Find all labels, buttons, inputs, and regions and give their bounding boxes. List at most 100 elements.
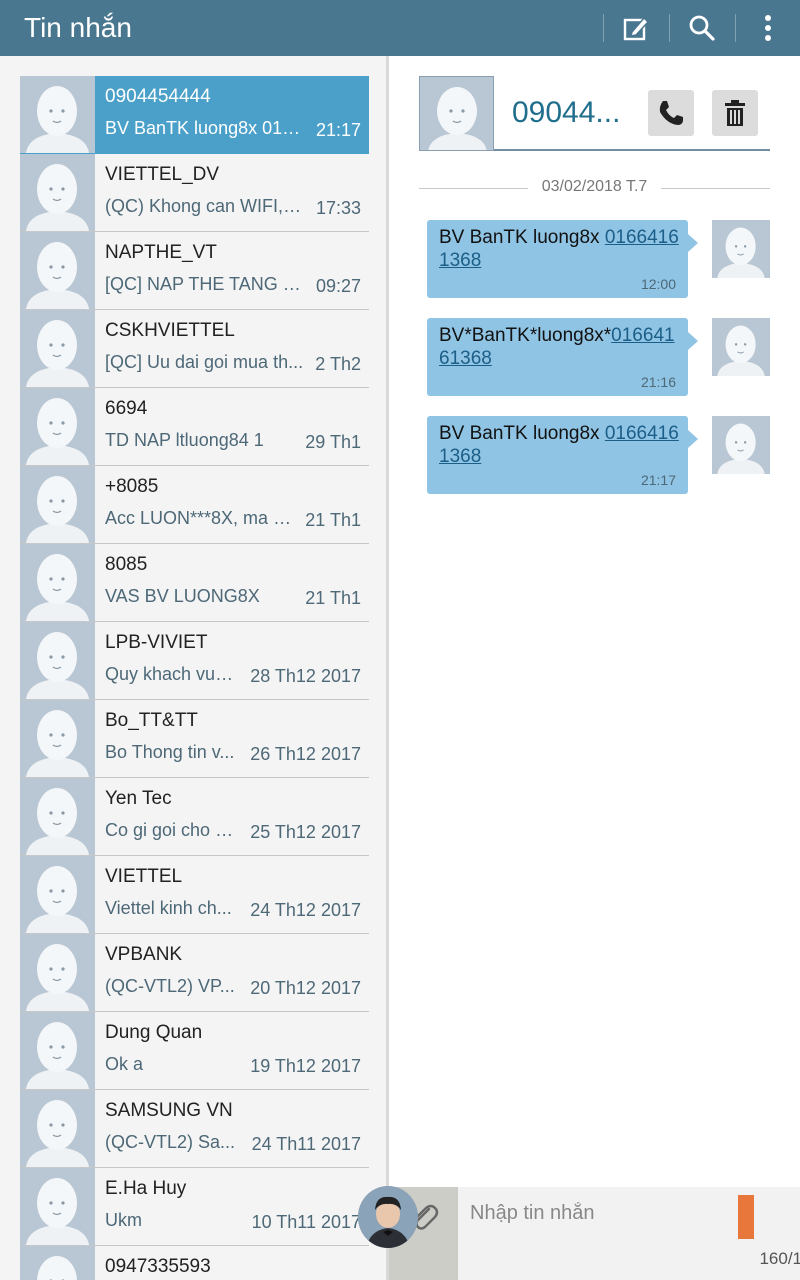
conversation-row[interactable]: VIETTEL Viettel kinh ch... 24 Th12 2017: [20, 856, 369, 934]
message-time: 26 Th12 2017: [250, 744, 361, 764]
message-time: 20 Th12 2017: [250, 978, 361, 998]
message-preview: Viettel kinh ch...: [105, 898, 232, 918]
message-time: 25 Th12 2017: [250, 822, 361, 842]
conversation-row[interactable]: VIETTEL_DV (QC) Khong can WIFI, k... 17:33: [20, 154, 369, 232]
default-avatar-icon: [712, 416, 770, 474]
contact-avatar: [20, 76, 95, 153]
message-time: 19 Th12 2017: [250, 1056, 361, 1076]
send-button[interactable]: [738, 1195, 754, 1239]
contact-avatar: [20, 232, 95, 309]
thread-pane: 09044... 03/02/2018 T.7 BV BanTK luong8x…: [389, 56, 800, 1187]
contact-name: NAPTHE_VT: [105, 242, 217, 263]
contact-name: Bo_TT&TT: [105, 710, 198, 731]
compose-button[interactable]: [614, 8, 658, 48]
call-button[interactable]: [648, 90, 694, 136]
message-time: 28 Th12 2017: [250, 666, 361, 686]
conversation-row[interactable]: 8085 VAS BV LUONG8X 21 Th1: [20, 544, 369, 622]
contact-avatar: [20, 154, 95, 231]
bubble-tail: [688, 332, 698, 350]
message-text: BV BanTK luong8x: [439, 423, 605, 444]
conversation-row[interactable]: 0947335593: [20, 1246, 369, 1280]
message-body: BV BanTK luong8x 01664161368: [439, 226, 679, 272]
message-time: 21:17: [640, 472, 676, 488]
message-time: 17:33: [315, 198, 361, 218]
message-bubble[interactable]: BV*BanTK*luong8x*01664161368 21:16: [427, 318, 698, 396]
conversation-row[interactable]: CSKHVIETTEL [QC] Uu dai goi mua th... 2 Th…: [20, 310, 369, 388]
sender-avatar: [712, 318, 770, 376]
conversation-row[interactable]: LPB-VIVIET Quy khach vua... 28 Th12 2017: [20, 622, 369, 700]
conversation-row[interactable]: Dung Quan Ok a 19 Th12 2017: [20, 1012, 369, 1090]
message-preview: TD NAP ltluong84 1: [105, 430, 264, 450]
contact-name: VIETTEL: [105, 866, 183, 887]
conversation-row[interactable]: Yen Tec Co gi goi cho a... 25 Th12 2017: [20, 778, 369, 856]
conversation-list[interactable]: 0904454444 BV BanTK luong8x 016... 21:17 VI…: [0, 56, 386, 1280]
delete-button[interactable]: [712, 90, 758, 136]
message-body: BV BanTK luong8x 01664161368: [439, 422, 679, 468]
more-icon: [765, 15, 771, 41]
message-time: 24 Th11 2017: [251, 1134, 361, 1154]
message-input[interactable]: [468, 1197, 732, 1229]
contact-avatar: [20, 1168, 95, 1245]
conversation-row[interactable]: NAPTHE_VT [QC] NAP THE TANG d... 09:27: [20, 232, 369, 310]
message-time: 21 Th1: [305, 510, 361, 530]
contact-name: 0904454444: [105, 86, 211, 107]
phone-icon: [659, 101, 683, 125]
action-bar: Tin nhắn: [0, 0, 800, 56]
message-bubble[interactable]: BV BanTK luong8x 01664161368 21:17: [427, 416, 698, 494]
conversation-row[interactable]: +8085 Acc LUON***8X, ma c... 21 Th1: [20, 466, 369, 544]
default-avatar-icon: [20, 310, 95, 387]
conversation-row[interactable]: Bo_TT&TT Bo Thong tin v... 26 Th12 2017: [20, 700, 369, 778]
date-label: 03/02/2018 T.7: [527, 178, 662, 195]
message-preview: (QC-VTL2) Sa...: [105, 1132, 236, 1152]
more-options-button[interactable]: [746, 8, 790, 48]
contact-avatar: [20, 934, 95, 1011]
conversation-row[interactable]: VPBANK (QC-VTL2) VP... 20 Th12 2017: [20, 934, 369, 1012]
default-avatar-icon: [20, 388, 95, 465]
default-avatar-icon: [20, 76, 95, 153]
message-time: 21:17: [315, 120, 361, 140]
message-preview: Ukm: [105, 1210, 142, 1230]
message-bubble[interactable]: BV BanTK luong8x 01664161368 12:00: [427, 220, 698, 298]
default-avatar-icon: [20, 856, 95, 933]
conversation-row[interactable]: 6694 TD NAP ltluong84 1 29 Th1: [20, 388, 369, 466]
contact-name: Yen Tec: [105, 788, 172, 809]
bubble-tail: [688, 234, 698, 252]
conversation-row[interactable]: E.Ha Huy Ukm 10 Th11 2017: [20, 1168, 369, 1246]
contact-name: VIETTEL_DV: [105, 164, 220, 185]
search-button[interactable]: [680, 8, 724, 48]
header-underline: [494, 149, 770, 151]
contact-avatar: [20, 310, 95, 387]
sender-avatar: [712, 220, 770, 278]
chat-head-avatar[interactable]: [358, 1186, 418, 1248]
message-time: 29 Th1: [305, 432, 361, 452]
contact-avatar: [20, 856, 95, 933]
contact-avatar[interactable]: [419, 76, 494, 151]
contact-avatar: [20, 466, 95, 543]
message-input-area: 160/1: [458, 1187, 800, 1280]
contact-name: +8085: [105, 476, 159, 497]
message-time: 12:00: [640, 276, 676, 292]
default-avatar-icon: [20, 154, 95, 231]
default-avatar-icon: [712, 220, 770, 278]
message-preview: [QC] NAP THE TANG d...: [105, 274, 304, 294]
message-preview: BV BanTK luong8x 016...: [105, 118, 304, 138]
contact-avatar: [20, 778, 95, 855]
conversation-row[interactable]: 0904454444 BV BanTK luong8x 016... 21:17: [20, 76, 369, 154]
compose-icon: [623, 16, 650, 41]
date-separator: 03/02/2018 T.7: [419, 178, 770, 198]
conversation-row[interactable]: SAMSUNG VN (QC-VTL2) Sa... 24 Th11 2017: [20, 1090, 369, 1168]
default-avatar-icon: [20, 232, 95, 309]
contact-name: 6694: [105, 398, 148, 419]
trash-icon: [725, 100, 745, 126]
contact-name: Dung Quan: [105, 1022, 203, 1043]
contact-avatar: [20, 622, 95, 699]
contact-name: SAMSUNG VN: [105, 1100, 233, 1121]
contact-name: CSKHVIETTEL: [105, 320, 235, 341]
default-avatar-icon: [20, 1246, 95, 1280]
contact-avatar: [20, 1090, 95, 1167]
message-time: 24 Th12 2017: [250, 900, 361, 920]
search-icon: [689, 15, 715, 41]
default-avatar-icon: [20, 1168, 95, 1245]
contact-avatar: [20, 1246, 95, 1280]
char-counter: 160/1: [759, 1249, 800, 1268]
